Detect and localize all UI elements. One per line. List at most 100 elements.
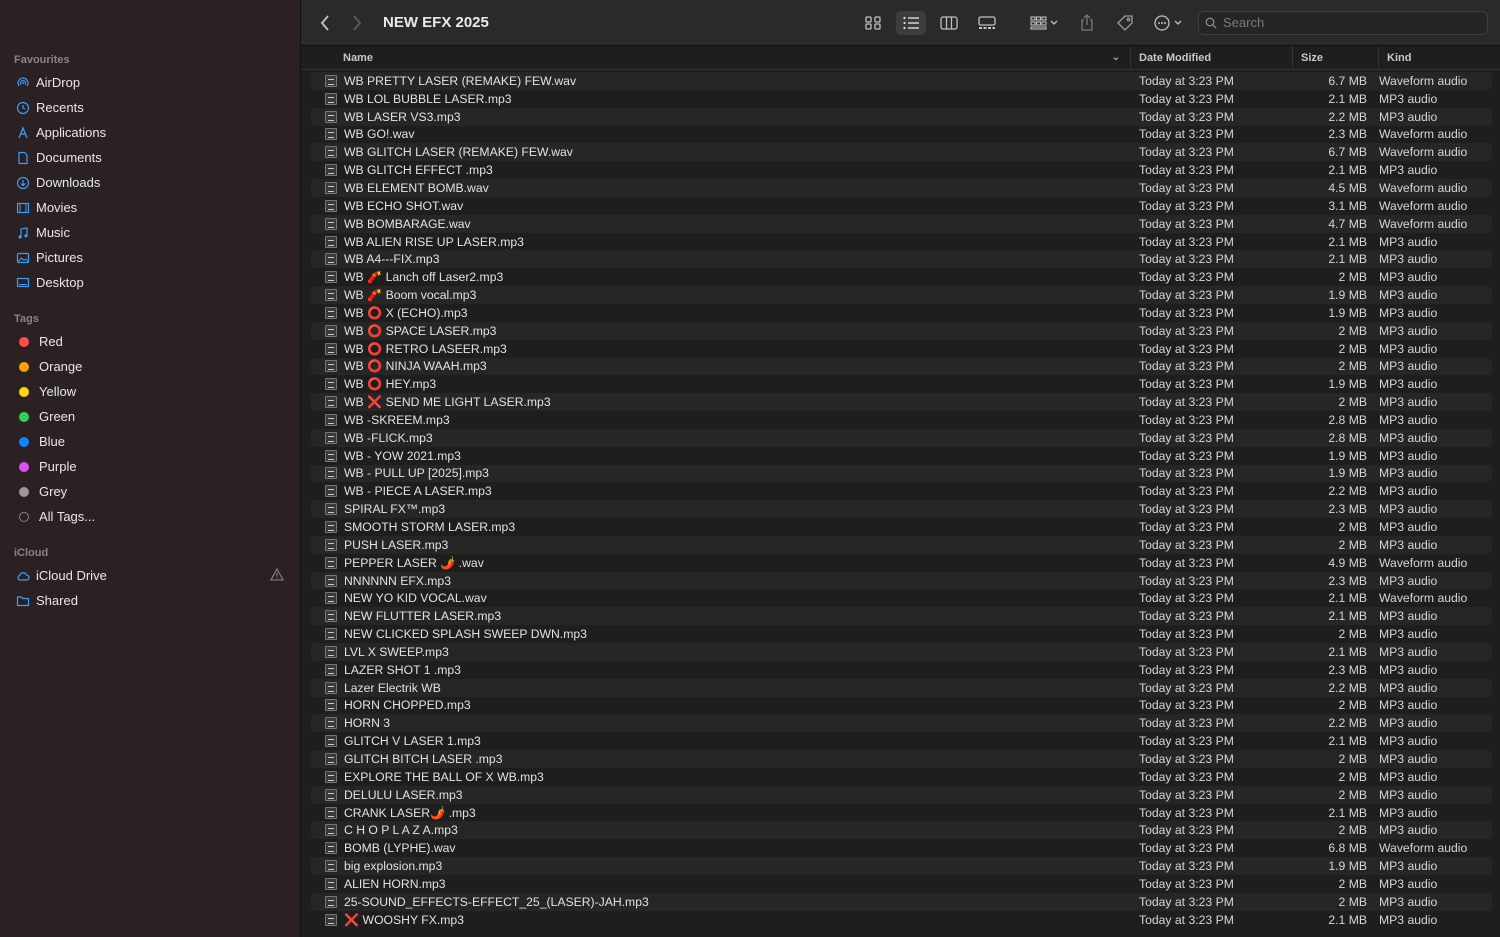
kind-cell: MP3 audio <box>1379 662 1438 677</box>
table-row[interactable]: WB LASER VS3.mp3 Today at 3:23 PM 2.2 MB MP… <box>311 107 1492 126</box>
more-actions-button[interactable] <box>1148 11 1188 35</box>
tag-item-orange[interactable]: Orange <box>0 354 300 379</box>
search-input[interactable] <box>1223 15 1473 30</box>
search-field[interactable] <box>1198 10 1488 35</box>
table-row[interactable]: WB GLITCH LASER (REMAKE) FEW.wav Today at… <box>311 143 1492 162</box>
table-row[interactable]: DELULU LASER.mp3 Today at 3:23 PM 2 MB MP3 … <box>311 785 1492 804</box>
sidebar-item-music[interactable]: Music <box>0 220 300 245</box>
table-row[interactable]: EXPLORE THE BALL OF X WB.mp3 Today at 3:2… <box>311 768 1492 786</box>
table-row[interactable]: WB ⭕ SPACE LASER.mp3 Today at 3:23 PM 2 MB… <box>311 321 1492 340</box>
table-row[interactable]: WB 🧨 Lanch off Laser2.mp3 Today at 3:23 P… <box>311 268 1492 286</box>
sidebar-item-applications[interactable]: Applications <box>0 120 300 145</box>
sidebar-item-label: Applications <box>36 125 107 140</box>
table-row[interactable]: WB 🧨 Boom vocal.mp3 Today at 3:23 PM 1.9 M… <box>311 286 1492 304</box>
table-row[interactable]: WB ALIEN RISE UP LASER.mp3 Today at 3:23 … <box>311 233 1492 251</box>
icon-view-button[interactable] <box>858 11 888 35</box>
table-row[interactable]: big explosion.mp3 Today at 3:23 PM 1.9 MB M… <box>311 857 1492 875</box>
table-row[interactable]: NEW FLUTTER LASER.mp3 Today at 3:23 PM 2.1… <box>311 607 1492 626</box>
table-row[interactable]: WB - YOW 2021.mp3 Today at 3:23 PM 1.9 MB M… <box>311 447 1492 465</box>
table-row[interactable]: ❌ WOOSHY FX.mp3 Today at 3:23 PM 2.1 MB MP3… <box>311 911 1492 929</box>
tag-item-red[interactable]: Red <box>0 329 300 354</box>
tag-item-yellow[interactable]: Yellow <box>0 379 300 404</box>
table-row[interactable]: Lazer Electrik WB Today at 3:23 PM 2.2 MB M… <box>311 678 1492 697</box>
sidebar-item-desktop[interactable]: Desktop <box>0 270 300 295</box>
table-row[interactable]: WB BOMBARAGE.wav Today at 3:23 PM 4.7 MB Wa… <box>311 214 1492 233</box>
table-row[interactable]: LVL X SWEEP.mp3 Today at 3:23 PM 2.1 MB MP3… <box>311 643 1492 661</box>
column-view-button[interactable] <box>934 11 964 35</box>
table-row[interactable]: LAZER SHOT 1 .mp3 Today at 3:23 PM 2.3 MB M… <box>311 661 1492 679</box>
table-row[interactable]: WB A4---FIX.mp3 Today at 3:23 PM 2.1 MB MP3… <box>311 250 1492 269</box>
sidebar-item-movies[interactable]: Movies <box>0 195 300 220</box>
table-row[interactable]: SMOOTH STORM LASER.mp3 Today at 3:23 PM 2 … <box>311 518 1492 536</box>
column-header-date[interactable]: Date Modified <box>1131 45 1293 70</box>
table-row[interactable]: NEW YO KID VOCAL.wav Today at 3:23 PM 2.1 … <box>311 589 1492 607</box>
sidebar-item-icloud-drive[interactable]: iCloud Drive <box>0 563 300 588</box>
tag-item-grey[interactable]: Grey <box>0 479 300 504</box>
tag-item-blue[interactable]: Blue <box>0 429 300 454</box>
warning-icon[interactable] <box>270 567 284 584</box>
table-row[interactable]: WB LOL BUBBLE LASER.mp3 Today at 3:23 PM 2… <box>311 90 1492 108</box>
table-row[interactable]: WB ECHO SHOT.wav Today at 3:23 PM 3.1 MB Wa… <box>311 197 1492 215</box>
table-row[interactable]: CRANK LASER🌶️ .mp3 Today at 3:23 PM 2.1 MB… <box>311 804 1492 822</box>
file-name: NNNNNN EFX.mp3 <box>344 573 451 588</box>
kind-cell: MP3 audio <box>1379 109 1438 124</box>
column-header-name[interactable]: Name ⌄ <box>301 45 1131 70</box>
table-row[interactable]: WB GLITCH EFFECT .mp3 Today at 3:23 PM 2.1… <box>311 161 1492 179</box>
tag-item-purple[interactable]: Purple <box>0 454 300 479</box>
table-row[interactable]: C H O P L A Z A.mp3 Today at 3:23 PM 2 MB M… <box>311 821 1492 840</box>
table-row[interactable]: SPIRAL FX™.mp3 Today at 3:23 PM 2.3 MB MP3 … <box>311 500 1492 519</box>
kind-cell: MP3 audio <box>1379 823 1438 838</box>
table-row[interactable]: WB ⭕ HEY.mp3 Today at 3:23 PM 1.9 MB MP3 au… <box>311 375 1492 393</box>
gallery-view-button[interactable] <box>972 11 1002 35</box>
table-row[interactable]: HORN 3 Today at 3:23 PM 2.2 MB MP3 audio <box>311 714 1492 733</box>
table-row[interactable]: WB -FLICK.mp3 Today at 3:23 PM 2.8 MB MP3 a… <box>311 428 1492 447</box>
table-row[interactable]: WB PRETTY LASER (REMAKE) FEW.wav Today at… <box>311 72 1492 90</box>
kind-cell: MP3 audio <box>1379 644 1438 659</box>
column-header-kind[interactable]: Kind <box>1379 46 1494 70</box>
forward-button[interactable] <box>343 9 371 37</box>
back-button[interactable] <box>311 9 339 37</box>
table-row[interactable]: 25-SOUND_EFFECTS-EFFECT_25_(LASER)-JAH.m… <box>311 892 1492 911</box>
sidebar-item-shared[interactable]: Shared <box>0 588 300 613</box>
share-button[interactable] <box>1072 11 1102 35</box>
tag-item-green[interactable]: Green <box>0 404 300 429</box>
table-row[interactable]: PEPPER LASER 🌶️ .wav Today at 3:23 PM 4.9 … <box>311 554 1492 572</box>
table-row[interactable]: GLITCH BITCH LASER .mp3 Today at 3:23 PM 2… <box>311 750 1492 768</box>
picture-icon <box>16 251 30 265</box>
column-header-size[interactable]: Size <box>1293 45 1379 70</box>
file-name-cell: LAZER SHOT 1 .mp3 <box>311 663 1129 677</box>
sidebar-item-documents[interactable]: Documents <box>0 145 300 170</box>
file-name: WB 🧨 Lanch off Laser2.mp3 <box>344 270 504 285</box>
audio-file-icon <box>325 592 337 605</box>
table-row[interactable]: WB ⭕ X (ECHO).mp3 Today at 3:23 PM 1.9 MB M… <box>311 304 1492 322</box>
group-by-button[interactable] <box>1024 11 1064 35</box>
table-row[interactable]: HORN CHOPPED.mp3 Today at 3:23 PM 2 MB MP3 … <box>311 697 1492 715</box>
table-row[interactable]: PUSH LASER.mp3 Today at 3:23 PM 2 MB MP3 au… <box>311 535 1492 554</box>
sidebar-item-recents[interactable]: Recents <box>0 95 300 120</box>
table-row[interactable]: WB -SKREEM.mp3 Today at 3:23 PM 2.8 MB MP3 … <box>311 411 1492 429</box>
sidebar-item-pictures[interactable]: Pictures <box>0 245 300 270</box>
table-row[interactable]: WB - PIECE A LASER.mp3 Today at 3:23 PM 2.… <box>311 482 1492 500</box>
table-row[interactable]: WB ⭕ NINJA WAAH.mp3 Today at 3:23 PM 2 MB M… <box>311 357 1492 376</box>
table-row[interactable]: BOMB (LYPHE).wav Today at 3:23 PM 6.8 MB Wa… <box>311 839 1492 857</box>
table-row[interactable]: ALIEN HORN.mp3 Today at 3:23 PM 2 MB MP3 au… <box>311 875 1492 893</box>
table-row[interactable]: WB - PULL UP [2025].mp3 Today at 3:23 PM 1… <box>311 464 1492 483</box>
size-cell: 1.9 MB <box>1328 305 1367 320</box>
date-modified-cell: Today at 3:23 PM <box>1139 270 1234 285</box>
table-row[interactable]: NNNNNN EFX.mp3 Today at 3:23 PM 2.3 MB MP3 … <box>311 571 1492 590</box>
table-row[interactable]: WB ⭕ RETRO LASEER.mp3 Today at 3:23 PM 2 M… <box>311 340 1492 358</box>
kind-cell: MP3 audio <box>1379 716 1438 731</box>
file-name: C H O P L A Z A.mp3 <box>344 823 458 838</box>
table-row[interactable]: NEW CLICKED SPLASH SWEEP DWN.mp3 Today at… <box>311 625 1492 643</box>
list-view-button[interactable] <box>896 10 926 35</box>
table-row[interactable]: WB ELEMENT BOMB.wav Today at 3:23 PM 4.5 M… <box>311 179 1492 197</box>
date-modified-cell: Today at 3:23 PM <box>1139 109 1234 124</box>
tag-button[interactable] <box>1110 11 1140 35</box>
sidebar-item-airdrop[interactable]: AirDrop <box>0 70 300 95</box>
table-row[interactable]: WB ❌ SEND ME LIGHT LASER.mp3 Today at 3:2… <box>311 393 1492 412</box>
table-row[interactable]: WB GO!.wav Today at 3:23 PM 2.3 MB Waveform… <box>311 126 1492 144</box>
tag-item-all-tags[interactable]: All Tags... <box>0 504 300 529</box>
audio-file-icon <box>325 449 337 462</box>
table-row[interactable]: GLITCH V LASER 1.mp3 Today at 3:23 PM 2.1 … <box>311 732 1492 750</box>
sidebar-item-downloads[interactable]: Downloads <box>0 170 300 195</box>
